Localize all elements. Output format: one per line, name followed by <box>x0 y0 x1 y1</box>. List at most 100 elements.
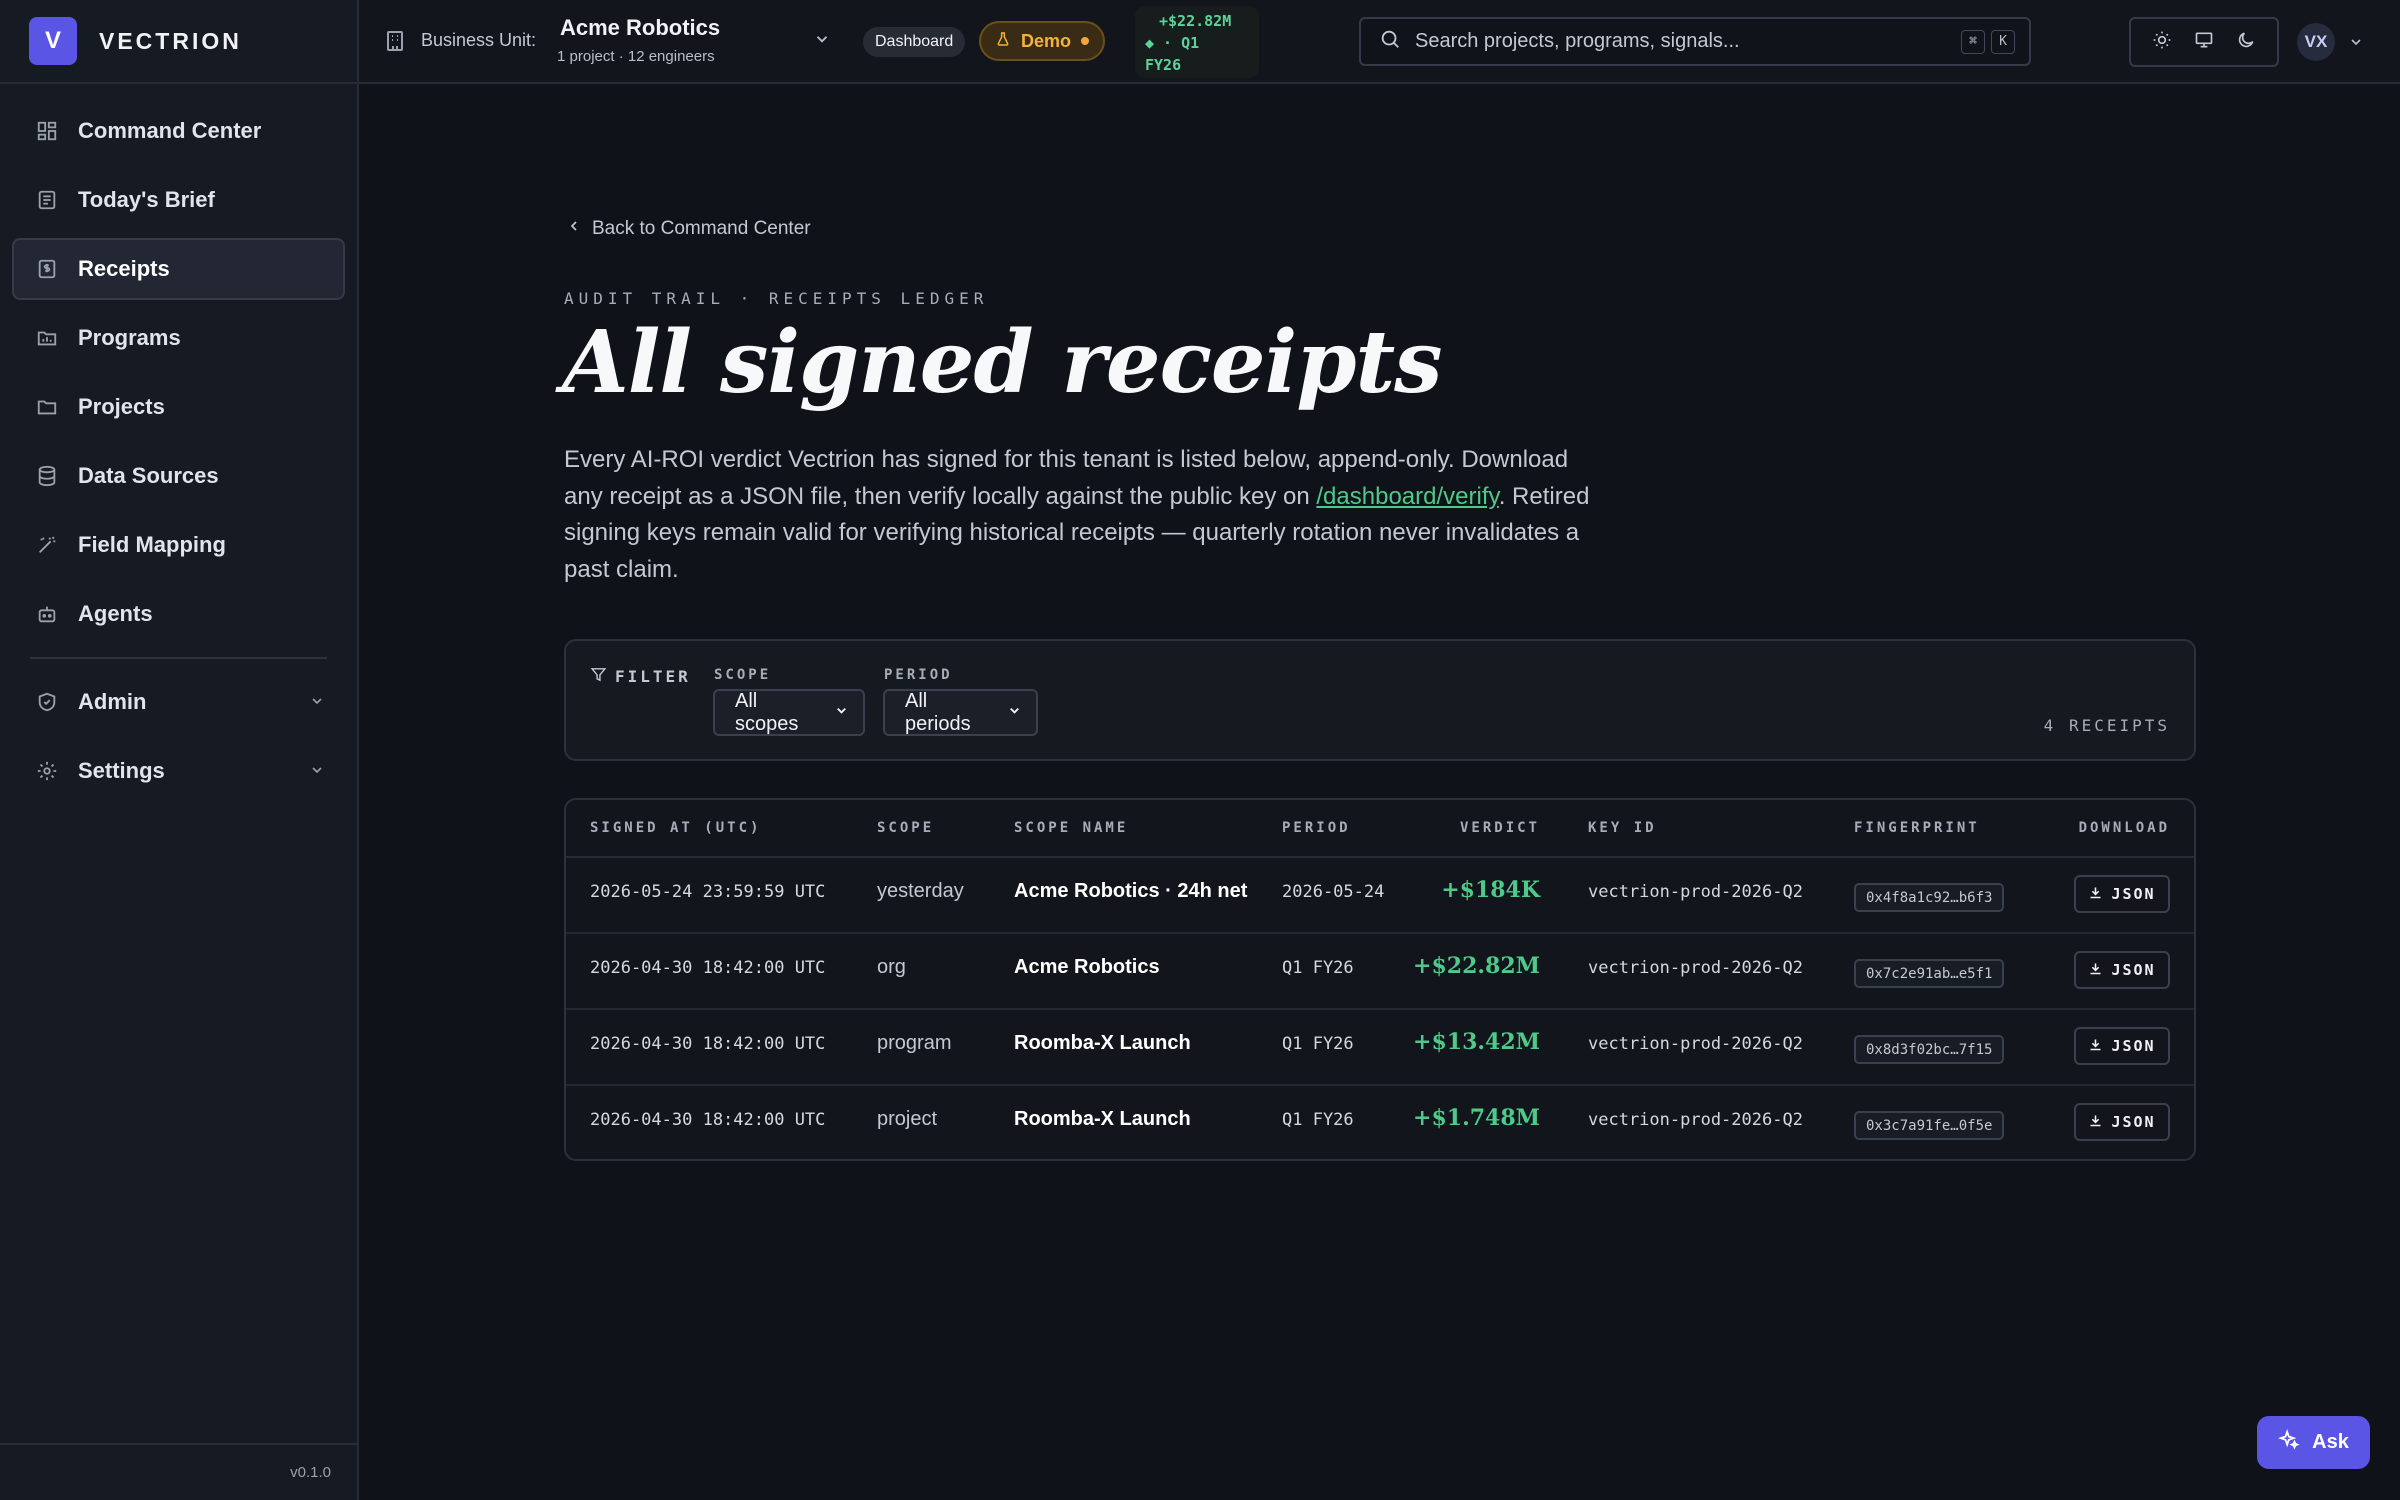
filter-label: FILTER <box>590 666 691 687</box>
building-icon <box>383 29 407 58</box>
filter-icon <box>590 666 607 687</box>
scope-label: SCOPE <box>714 667 772 683</box>
search-input[interactable] <box>1415 30 1955 53</box>
back-link[interactable]: Back to Command Center <box>566 218 811 240</box>
chevron-down-icon[interactable] <box>2348 34 2364 55</box>
cell-scope: yesterday <box>877 880 964 902</box>
chevron-down-icon <box>309 758 325 784</box>
download-icon <box>2088 1113 2103 1132</box>
shield-icon <box>34 689 60 715</box>
ask-label: Ask <box>2312 1431 2349 1453</box>
sidebar-item-programs[interactable]: Programs <box>12 307 345 369</box>
cell-scope-name[interactable]: Roomba-X Launch <box>1014 1108 1191 1131</box>
download-json-button[interactable]: JSON <box>2074 951 2170 989</box>
sidebar-item-command-center[interactable]: Command Center <box>12 100 345 162</box>
avatar[interactable]: VX <box>2297 23 2335 61</box>
bot-icon <box>34 601 60 627</box>
col-verdict[interactable]: VERDICT <box>1460 820 1540 836</box>
page-title: All signed receipts <box>562 312 1443 413</box>
ask-assistant-button[interactable]: Ask <box>2257 1416 2370 1469</box>
monitor-icon[interactable] <box>2194 30 2214 55</box>
chevron-left-icon <box>566 218 582 240</box>
sidebar-item-label: Programs <box>78 325 181 350</box>
cell-scope: org <box>877 956 906 978</box>
sidebar-item-receipts[interactable]: Receipts <box>12 238 345 300</box>
scope-select[interactable]: All scopes <box>713 689 865 736</box>
col-signed-at[interactable]: SIGNED AT (UTC) <box>590 820 761 836</box>
moon-icon[interactable] <box>2236 30 2256 55</box>
sidebar-item-field-mapping[interactable]: Field Mapping <box>12 514 345 576</box>
chart-folder-icon <box>34 325 60 351</box>
newspaper-icon <box>34 187 60 213</box>
sidebar-item-todays-brief[interactable]: Today's Brief <box>12 169 345 231</box>
scope-select-value: All scopes <box>735 689 799 735</box>
sun-icon[interactable] <box>2152 30 2172 55</box>
sidebar-item-projects[interactable]: Projects <box>12 376 345 438</box>
period-select[interactable]: All periods <box>883 689 1038 736</box>
cell-scope: project <box>877 1108 938 1130</box>
sidebar-item-agents[interactable]: Agents <box>12 583 345 645</box>
download-json-button[interactable]: JSON <box>2074 1103 2170 1141</box>
sidebar-item-label: Agents <box>78 601 153 626</box>
sparkle-icon <box>2278 1428 2300 1457</box>
dashboard-pill[interactable]: Dashboard <box>863 27 966 57</box>
sidebar-item-settings[interactable]: Settings <box>12 740 345 802</box>
cell-verdict: +$22.82M <box>1413 953 1540 979</box>
cell-signed-at: 2026-04-30 18:42:00 UTC <box>590 958 826 978</box>
table-row: 2026-05-24 23:59:59 UTC yesterday Acme R… <box>566 858 2194 934</box>
chevron-down-icon <box>1007 701 1022 724</box>
col-scope[interactable]: SCOPE <box>877 820 934 836</box>
cell-signed-at: 2026-05-24 23:59:59 UTC <box>590 882 826 902</box>
download-label: JSON <box>2111 885 2156 903</box>
cell-verdict: +$184K <box>1441 877 1540 903</box>
theme-toggle-group <box>2129 17 2279 67</box>
download-json-button[interactable]: JSON <box>2074 875 2170 913</box>
cell-fingerprint: 0x3c7a91fe…0f5e <box>1854 1111 2005 1140</box>
period-label: PERIOD <box>884 667 953 683</box>
receipt-dollar-icon <box>34 256 60 282</box>
receipt-count: 4 RECEIPTS <box>2043 716 2170 735</box>
dashboard-grid-icon <box>34 118 60 144</box>
kbd-cmd: ⌘ <box>1961 29 1985 54</box>
filter-bar: FILTER SCOPE All scopes PERIOD All perio… <box>564 639 2196 761</box>
cell-scope-name[interactable]: Roomba-X Launch <box>1014 1032 1191 1055</box>
cell-period: 2026-05-24 <box>1282 882 1385 902</box>
chevron-down-icon <box>834 701 849 724</box>
verify-link[interactable]: /dashboard/verify <box>1316 483 1498 510</box>
verdict-ticker: +$22.82M ◆ · Q1 FY26 <box>1135 6 1259 78</box>
download-label: JSON <box>2111 961 2156 979</box>
chevron-down-icon <box>309 689 325 715</box>
col-download[interactable]: DOWNLOAD <box>2079 820 2170 836</box>
ticker-line-2: ◆ · Q1 <box>1145 34 1200 52</box>
cell-scope-name[interactable]: Acme Robotics <box>1014 956 1160 979</box>
col-fingerprint[interactable]: FINGERPRINT <box>1854 820 1980 836</box>
table-row: 2026-04-30 18:42:00 UTC org Acme Robotic… <box>566 934 2194 1010</box>
gear-icon <box>34 758 60 784</box>
sidebar-nav: Command Center Today's Brief Receipts Pr… <box>0 84 357 825</box>
download-icon <box>2088 1037 2103 1056</box>
cell-fingerprint: 0x7c2e91ab…e5f1 <box>1854 959 2005 988</box>
chevron-down-icon[interactable] <box>813 30 831 53</box>
download-json-button[interactable]: JSON <box>2074 1027 2170 1065</box>
sidebar-item-label: Command Center <box>78 118 262 143</box>
cell-scope-name[interactable]: Acme Robotics · 24h net <box>1014 880 1247 903</box>
sidebar-item-admin[interactable]: Admin <box>12 671 345 733</box>
col-period[interactable]: PERIOD <box>1282 820 1351 836</box>
table-header: SIGNED AT (UTC) SCOPE SCOPE NAME PERIOD … <box>566 800 2194 858</box>
cell-fingerprint: 0x4f8a1c92…b6f3 <box>1854 883 2005 912</box>
sidebar-item-label: Admin <box>78 689 147 714</box>
business-unit-label: Business Unit: <box>421 30 537 50</box>
cell-key-id: vectrion-prod-2026-Q2 <box>1588 1110 1803 1130</box>
brand[interactable]: V VECTRION <box>0 0 357 84</box>
global-search[interactable]: ⌘ K <box>1359 17 2031 66</box>
col-scope-name[interactable]: SCOPE NAME <box>1014 820 1128 836</box>
wand-icon <box>34 532 60 558</box>
sidebar-item-label: Today's Brief <box>78 187 215 212</box>
business-unit-name[interactable]: Acme Robotics <box>560 15 720 41</box>
cell-verdict: +$1.748M <box>1413 1105 1540 1131</box>
col-key-id[interactable]: KEY ID <box>1588 820 1657 836</box>
period-select-value: All periods <box>905 689 971 735</box>
sidebar-item-data-sources[interactable]: Data Sources <box>12 445 345 507</box>
demo-mode-pill[interactable]: Demo <box>979 21 1106 61</box>
table-row: 2026-04-30 18:42:00 UTC program Roomba-X… <box>566 1010 2194 1086</box>
